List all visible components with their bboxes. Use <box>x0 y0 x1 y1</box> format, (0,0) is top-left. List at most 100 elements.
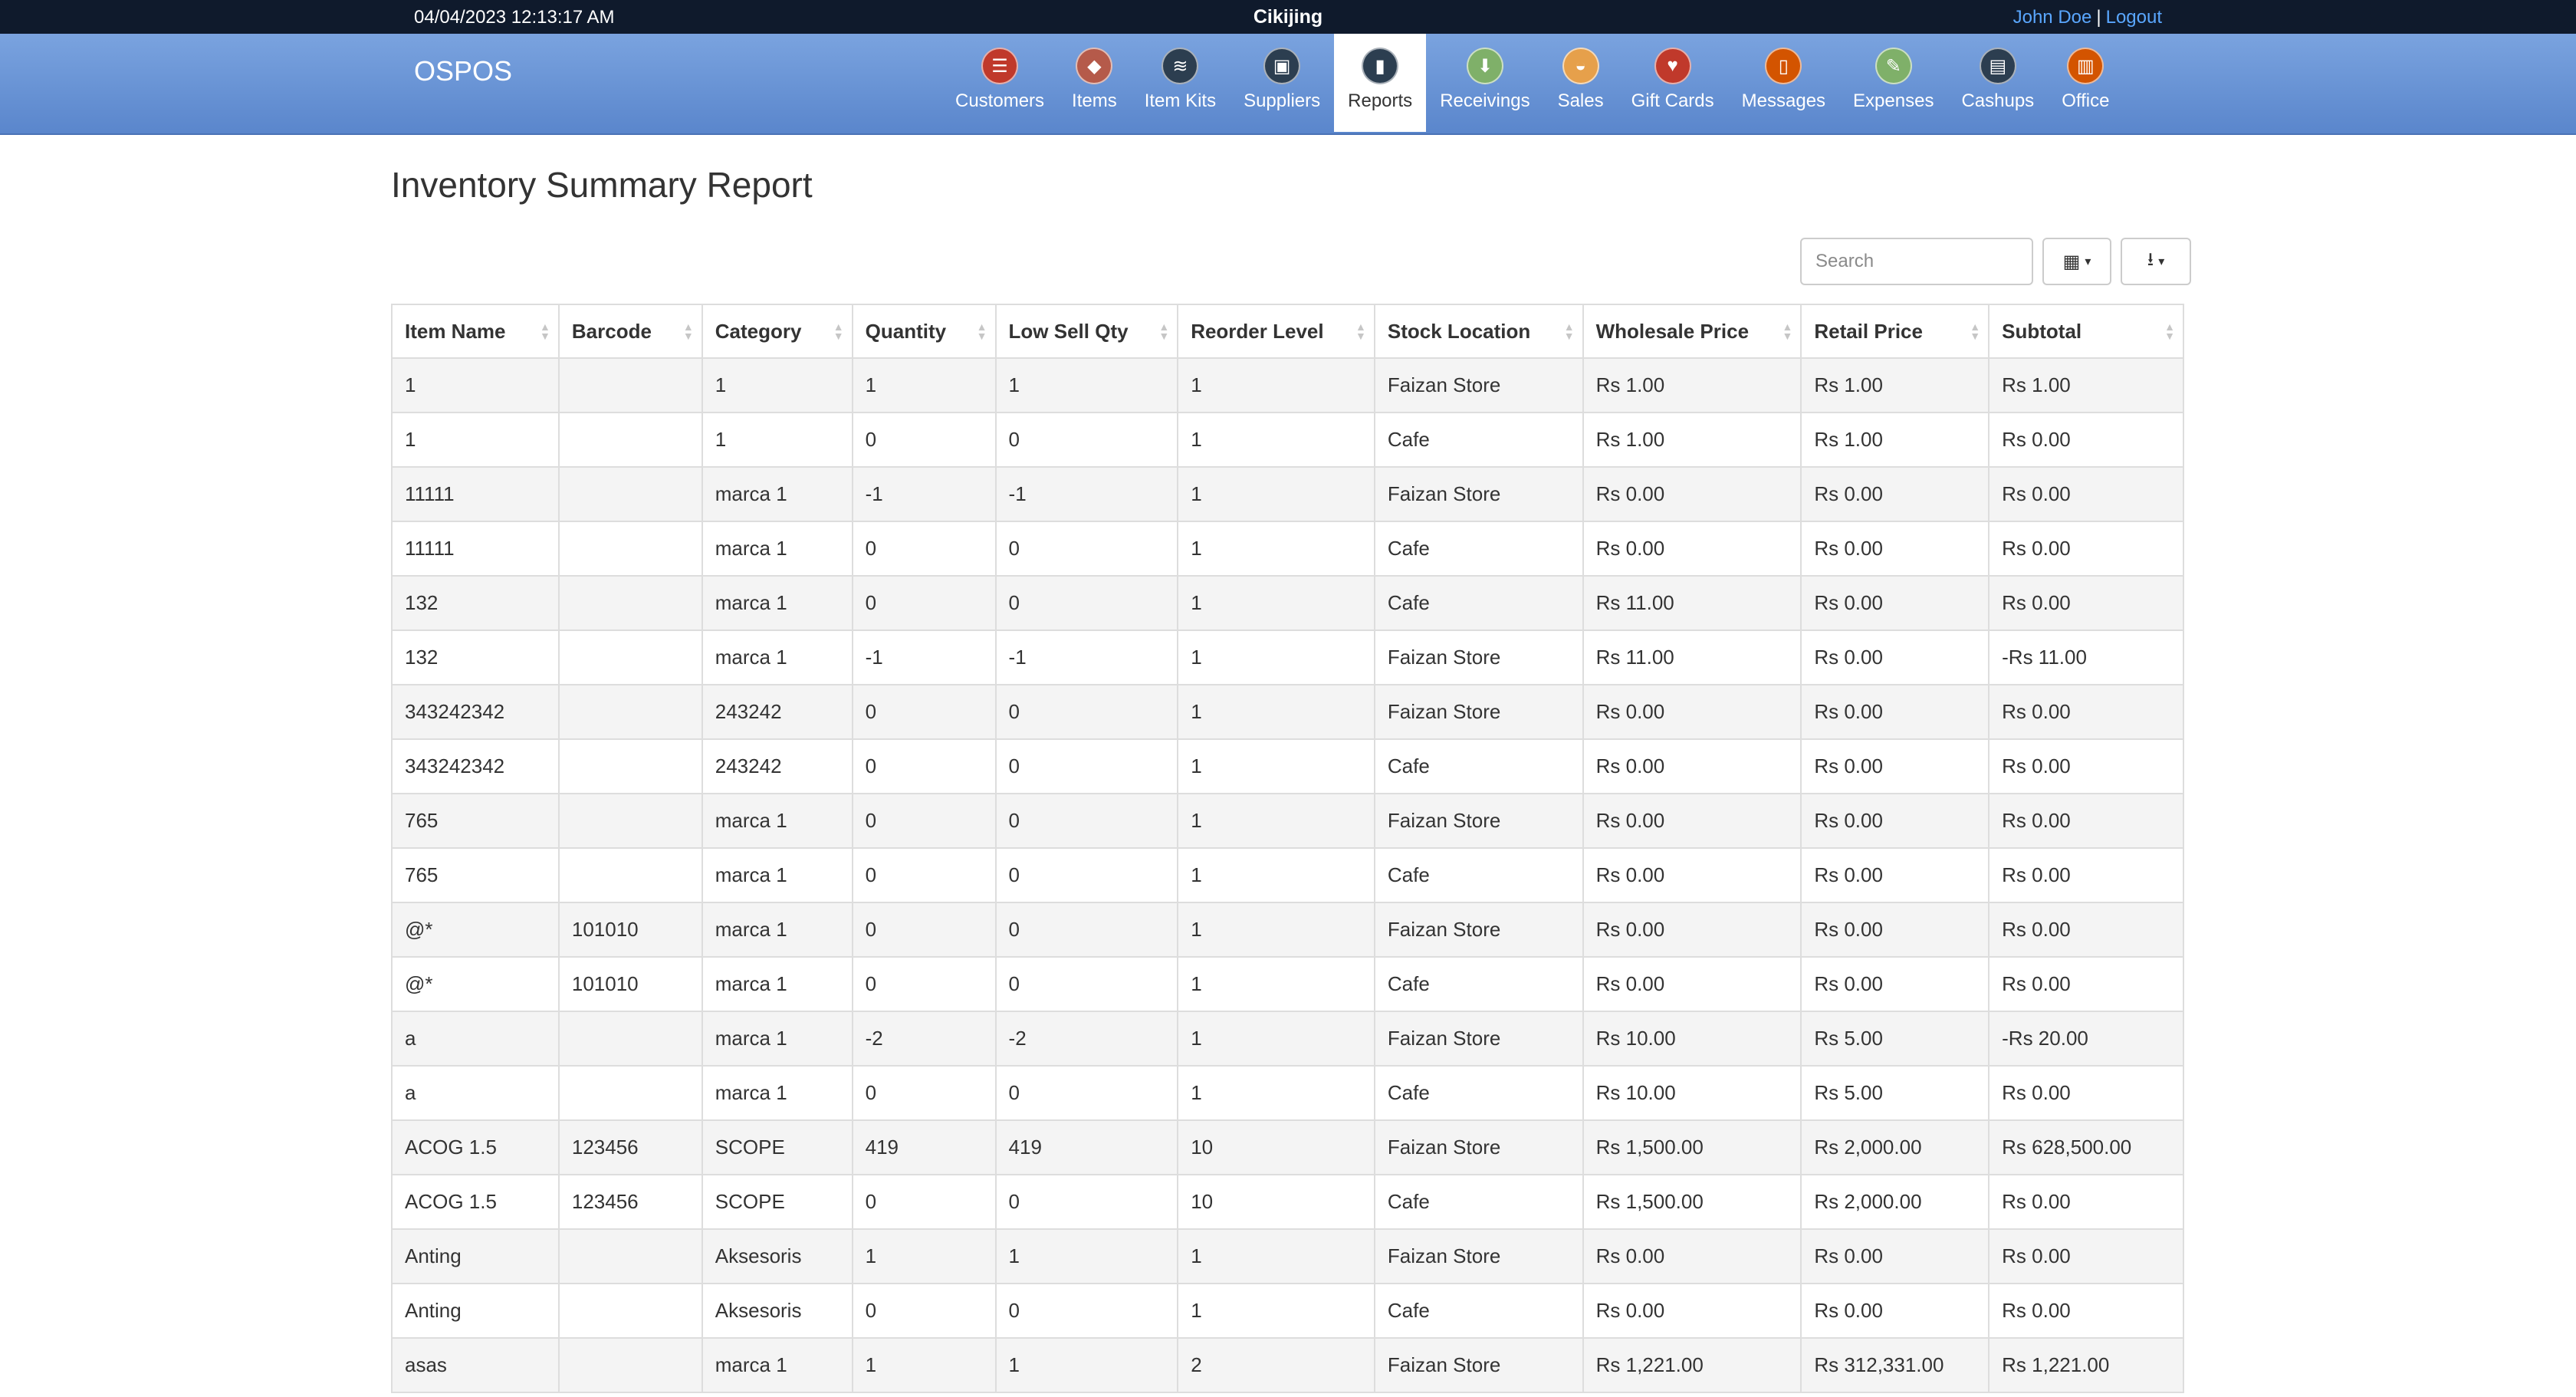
table-cell: -Rs 20.00 <box>1988 1011 2184 1067</box>
table-cell: asas <box>391 1337 560 1393</box>
table-cell <box>557 575 703 631</box>
table-cell: 419 <box>851 1119 997 1175</box>
suppliers-icon: ▣ <box>1263 48 1301 84</box>
table-cell: Cafe <box>1373 738 1584 794</box>
table-cell: -1 <box>994 629 1179 685</box>
table-cell: Rs 1.00 <box>1800 412 1990 468</box>
table-cell: Rs 0.00 <box>1582 1228 1802 1284</box>
nav-item-office[interactable]: ▥ Office <box>2048 34 2123 132</box>
table-cell: Rs 0.00 <box>1582 466 1802 522</box>
table-cell: 11111 <box>391 521 560 577</box>
table-cell: Cafe <box>1373 1174 1584 1230</box>
nav-item-suppliers[interactable]: ▣ Suppliers <box>1230 34 1334 132</box>
column-header-label: Wholesale Price <box>1595 319 1750 343</box>
brand-logo[interactable]: OSPOS <box>414 55 512 87</box>
cashups-icon: ▤ <box>1979 48 2016 84</box>
table-cell: 1 <box>1177 629 1375 685</box>
table-cell: 132 <box>391 575 560 631</box>
column-header[interactable]: Stock Location ▲ ▼ <box>1373 304 1584 359</box>
table-cell: 123456 <box>557 1174 703 1230</box>
nav-item-label: Customers <box>955 90 1045 111</box>
table-cell: Rs 10.00 <box>1582 1065 1802 1121</box>
table-cell: 343242342 <box>391 684 560 740</box>
table-cell: marca 1 <box>701 902 853 958</box>
table-cell: Rs 312,331.00 <box>1800 1337 1990 1393</box>
columns-button[interactable]: ▦ ▾ <box>2042 238 2111 285</box>
top-status-bar: 04/04/2023 12:13:17 AM Cikijing John Doe… <box>0 0 2576 34</box>
table-cell: marca 1 <box>701 1011 853 1067</box>
sort-icon: ▲ ▼ <box>540 320 550 342</box>
table-row: 765 marca 1 0 0 1 Faizan Store Rs 0.00 Rs 0.00 R… <box>391 793 2184 849</box>
table-cell <box>557 521 703 577</box>
table-cell: 765 <box>391 847 560 903</box>
column-header[interactable]: Barcode ▲ ▼ <box>557 304 703 359</box>
column-header[interactable]: Category ▲ ▼ <box>701 304 853 359</box>
table-toolbar: ▦▾ ⭳▾ <box>1800 238 2191 287</box>
table-cell: 0 <box>994 684 1179 740</box>
search-input[interactable] <box>1800 238 2033 285</box>
table-cell: 0 <box>994 793 1179 849</box>
table-cell: 1 <box>1177 357 1375 413</box>
table-cell: -1 <box>851 466 997 522</box>
table-cell: Cafe <box>1373 1283 1584 1339</box>
table-cell: 1 <box>1177 521 1375 577</box>
column-header[interactable]: Low Sell Qty ▲ ▼ <box>994 304 1179 359</box>
item-kits-icon: ≋ <box>1162 48 1199 84</box>
table-cell: marca 1 <box>701 956 853 1012</box>
table-cell: Rs 0.00 <box>1988 1228 2184 1284</box>
table-cell: Cafe <box>1373 521 1584 577</box>
nav-item-item-kits[interactable]: ≋ Item Kits <box>1131 34 1230 132</box>
table-cell: ACOG 1.5 <box>391 1174 560 1230</box>
table-cell: 11111 <box>391 466 560 522</box>
table-cell: 123456 <box>557 1119 703 1175</box>
receivings-icon: ⬇ <box>1466 48 1503 84</box>
table-cell: marca 1 <box>701 847 853 903</box>
column-header[interactable]: Reorder Level ▲ ▼ <box>1177 304 1375 359</box>
nav-item-expenses[interactable]: ✎ Expenses <box>1839 34 1947 132</box>
table-header-row: Item Name ▲ ▼ Barcode ▲ ▼ Category ▲ ▼ Quantity ▲ ▼… <box>391 304 2184 359</box>
user-link[interactable]: John Doe <box>2013 7 2092 28</box>
nav-item-sales[interactable]: ◒ Sales <box>1544 34 1618 132</box>
table-cell: Rs 0.00 <box>1800 1228 1990 1284</box>
column-header[interactable]: Wholesale Price ▲ ▼ <box>1582 304 1802 359</box>
table-row: 132 marca 1 -1 -1 1 Faizan Store Rs 11.00 Rs 0.… <box>391 629 2184 685</box>
nav-item-receivings[interactable]: ⬇ Receivings <box>1426 34 1543 132</box>
table-cell: Faizan Store <box>1373 1337 1584 1393</box>
table-cell: Cafe <box>1373 956 1584 1012</box>
logout-link[interactable]: Logout <box>2106 7 2162 28</box>
table-cell: Rs 0.00 <box>1582 521 1802 577</box>
table-cell: Rs 0.00 <box>1800 793 1990 849</box>
table-cell <box>557 738 703 794</box>
table-cell: Rs 11.00 <box>1582 575 1802 631</box>
table-cell: 1 <box>1177 466 1375 522</box>
nav-item-cashups[interactable]: ▤ Cashups <box>1947 34 2048 132</box>
table-cell: marca 1 <box>701 629 853 685</box>
user-separator: | <box>2096 7 2101 28</box>
nav-item-label: Expenses <box>1853 90 1934 111</box>
table-cell: Rs 628,500.00 <box>1988 1119 2184 1175</box>
messages-icon: ▯ <box>1765 48 1802 84</box>
table-cell: Rs 0.00 <box>1582 793 1802 849</box>
table-cell: 0 <box>851 1065 997 1121</box>
table-cell: Rs 0.00 <box>1800 902 1990 958</box>
table-cell: Faizan Store <box>1373 902 1584 958</box>
table-cell: 1 <box>1177 956 1375 1012</box>
column-header[interactable]: Item Name ▲ ▼ <box>391 304 560 359</box>
column-header[interactable]: Retail Price ▲ ▼ <box>1800 304 1990 359</box>
table-row: 132 marca 1 0 0 1 Cafe Rs 11.00 Rs 0.00 Rs 0.00 <box>391 575 2184 631</box>
nav-item-customers[interactable]: ☰ Customers <box>941 34 1058 132</box>
nav-item-gift-cards[interactable]: ♥ Gift Cards <box>1618 34 1728 132</box>
nav-item-messages[interactable]: ▯ Messages <box>1728 34 1839 132</box>
table-cell: Rs 1.00 <box>1582 357 1802 413</box>
table-cell: 0 <box>851 956 997 1012</box>
table-cell: Aksesoris <box>701 1283 853 1339</box>
nav-item-reports[interactable]: ▮ Reports <box>1334 34 1427 132</box>
table-cell: 0 <box>851 575 997 631</box>
column-header[interactable]: Quantity ▲ ▼ <box>851 304 997 359</box>
column-header[interactable]: Subtotal ▲ ▼ <box>1988 304 2184 359</box>
sort-icon: ▲ ▼ <box>1355 320 1366 342</box>
export-button[interactable]: ⭳ ▾ <box>2121 238 2191 285</box>
nav-item-items[interactable]: ◆ Items <box>1058 34 1131 132</box>
table-cell: Rs 0.00 <box>1800 1283 1990 1339</box>
table-cell: 1 <box>1177 412 1375 468</box>
